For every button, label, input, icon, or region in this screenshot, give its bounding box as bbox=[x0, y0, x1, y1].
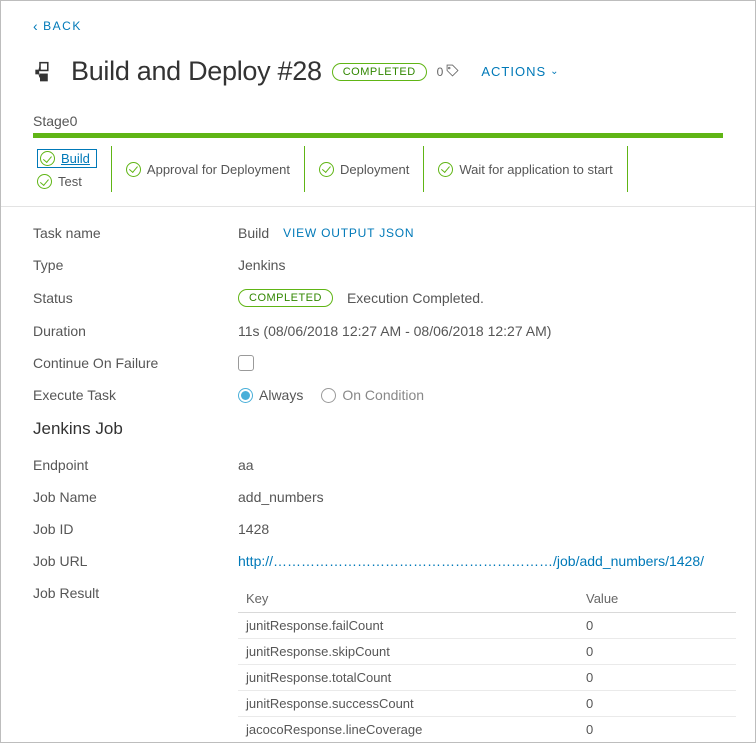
result-value: 0 bbox=[578, 665, 736, 691]
label-task-name: Task name bbox=[33, 225, 238, 241]
result-value: 0 bbox=[578, 691, 736, 717]
chevron-left-icon: ‹ bbox=[33, 19, 39, 33]
task-wait[interactable]: Wait for application to start bbox=[438, 162, 612, 177]
check-icon bbox=[37, 174, 52, 189]
label-job-id: Job ID bbox=[33, 521, 238, 537]
status-text: Execution Completed. bbox=[347, 290, 484, 306]
stage-name: Stage0 bbox=[33, 113, 723, 129]
label-continue-on-failure: Continue On Failure bbox=[33, 355, 238, 371]
col-value: Value bbox=[578, 585, 736, 613]
divider bbox=[1, 206, 755, 207]
tag-icon bbox=[446, 64, 459, 80]
value-duration: 11s (08/06/2018 12:27 AM - 08/06/2018 12… bbox=[238, 323, 551, 339]
task-label: Deployment bbox=[340, 162, 409, 177]
table-row: junitResponse.successCount0 bbox=[238, 691, 736, 717]
actions-dropdown[interactable]: ACTIONS ⌄ bbox=[481, 64, 559, 79]
task-deployment[interactable]: Deployment bbox=[319, 162, 409, 177]
value-job-name: add_numbers bbox=[238, 489, 324, 505]
label-status: Status bbox=[33, 290, 238, 306]
value-endpoint: aa bbox=[238, 457, 254, 473]
label-job-result: Job Result bbox=[33, 585, 238, 601]
task-test[interactable]: Test bbox=[37, 174, 97, 189]
task-label: Approval for Deployment bbox=[147, 162, 290, 177]
radio-icon bbox=[238, 388, 253, 403]
result-key: jacocoResponse.lineCoverage bbox=[238, 717, 578, 743]
table-row: jacocoResponse.lineCoverage0 bbox=[238, 717, 736, 743]
label-type: Type bbox=[33, 257, 238, 273]
value-job-url[interactable]: http://……………………………………………………/job/add_numb… bbox=[238, 553, 704, 569]
table-row: junitResponse.failCount0 bbox=[238, 613, 736, 639]
radio-always[interactable]: Always bbox=[238, 387, 303, 403]
stage-tasks: Build Test Approval for Deployment Deplo… bbox=[33, 146, 723, 192]
check-icon bbox=[126, 162, 141, 177]
tag-count-value: 0 bbox=[437, 65, 444, 79]
result-value: 0 bbox=[578, 717, 736, 743]
task-label: Build bbox=[61, 151, 90, 166]
result-key: junitResponse.failCount bbox=[238, 613, 578, 639]
continue-on-failure-checkbox[interactable] bbox=[238, 355, 254, 371]
chevron-down-icon: ⌄ bbox=[550, 66, 559, 77]
radio-label: Always bbox=[259, 387, 303, 403]
execute-task-radio-group: Always On Condition bbox=[238, 387, 424, 403]
label-job-name: Job Name bbox=[33, 489, 238, 505]
label-duration: Duration bbox=[33, 323, 238, 339]
table-row: junitResponse.skipCount0 bbox=[238, 639, 736, 665]
radio-icon bbox=[321, 388, 336, 403]
radio-label: On Condition bbox=[342, 387, 424, 403]
job-result-table: Key Value junitResponse.failCount0junitR… bbox=[238, 585, 736, 743]
back-label: BACK bbox=[43, 19, 82, 33]
page-title: Build and Deploy #28 bbox=[71, 56, 322, 87]
col-key: Key bbox=[238, 585, 578, 613]
task-label: Wait for application to start bbox=[459, 162, 612, 177]
check-icon bbox=[319, 162, 334, 177]
task-approval[interactable]: Approval for Deployment bbox=[126, 162, 290, 177]
radio-on-condition[interactable]: On Condition bbox=[321, 387, 424, 403]
label-execute-task: Execute Task bbox=[33, 387, 238, 403]
task-build[interactable]: Build bbox=[37, 149, 97, 168]
result-key: junitResponse.successCount bbox=[238, 691, 578, 717]
result-value: 0 bbox=[578, 613, 736, 639]
view-output-json-link[interactable]: VIEW OUTPUT JSON bbox=[283, 226, 414, 240]
value-task-name: Build bbox=[238, 225, 269, 241]
pipeline-icon bbox=[33, 58, 61, 86]
check-icon bbox=[438, 162, 453, 177]
status-badge: COMPLETED bbox=[332, 63, 427, 81]
task-label: Test bbox=[58, 174, 82, 189]
result-value: 0 bbox=[578, 639, 736, 665]
stage-progress-bar bbox=[33, 133, 723, 138]
result-key: junitResponse.totalCount bbox=[238, 665, 578, 691]
back-link[interactable]: ‹ BACK bbox=[33, 19, 82, 33]
tag-count: 0 bbox=[437, 64, 460, 80]
value-job-id: 1428 bbox=[238, 521, 269, 537]
jenkins-job-heading: Jenkins Job bbox=[33, 419, 723, 439]
label-job-url: Job URL bbox=[33, 553, 238, 569]
check-icon bbox=[40, 151, 55, 166]
value-type: Jenkins bbox=[238, 257, 285, 273]
table-row: junitResponse.totalCount0 bbox=[238, 665, 736, 691]
status-badge-detail: COMPLETED bbox=[238, 289, 333, 307]
label-endpoint: Endpoint bbox=[33, 457, 238, 473]
result-key: junitResponse.skipCount bbox=[238, 639, 578, 665]
actions-label: ACTIONS bbox=[481, 64, 546, 79]
